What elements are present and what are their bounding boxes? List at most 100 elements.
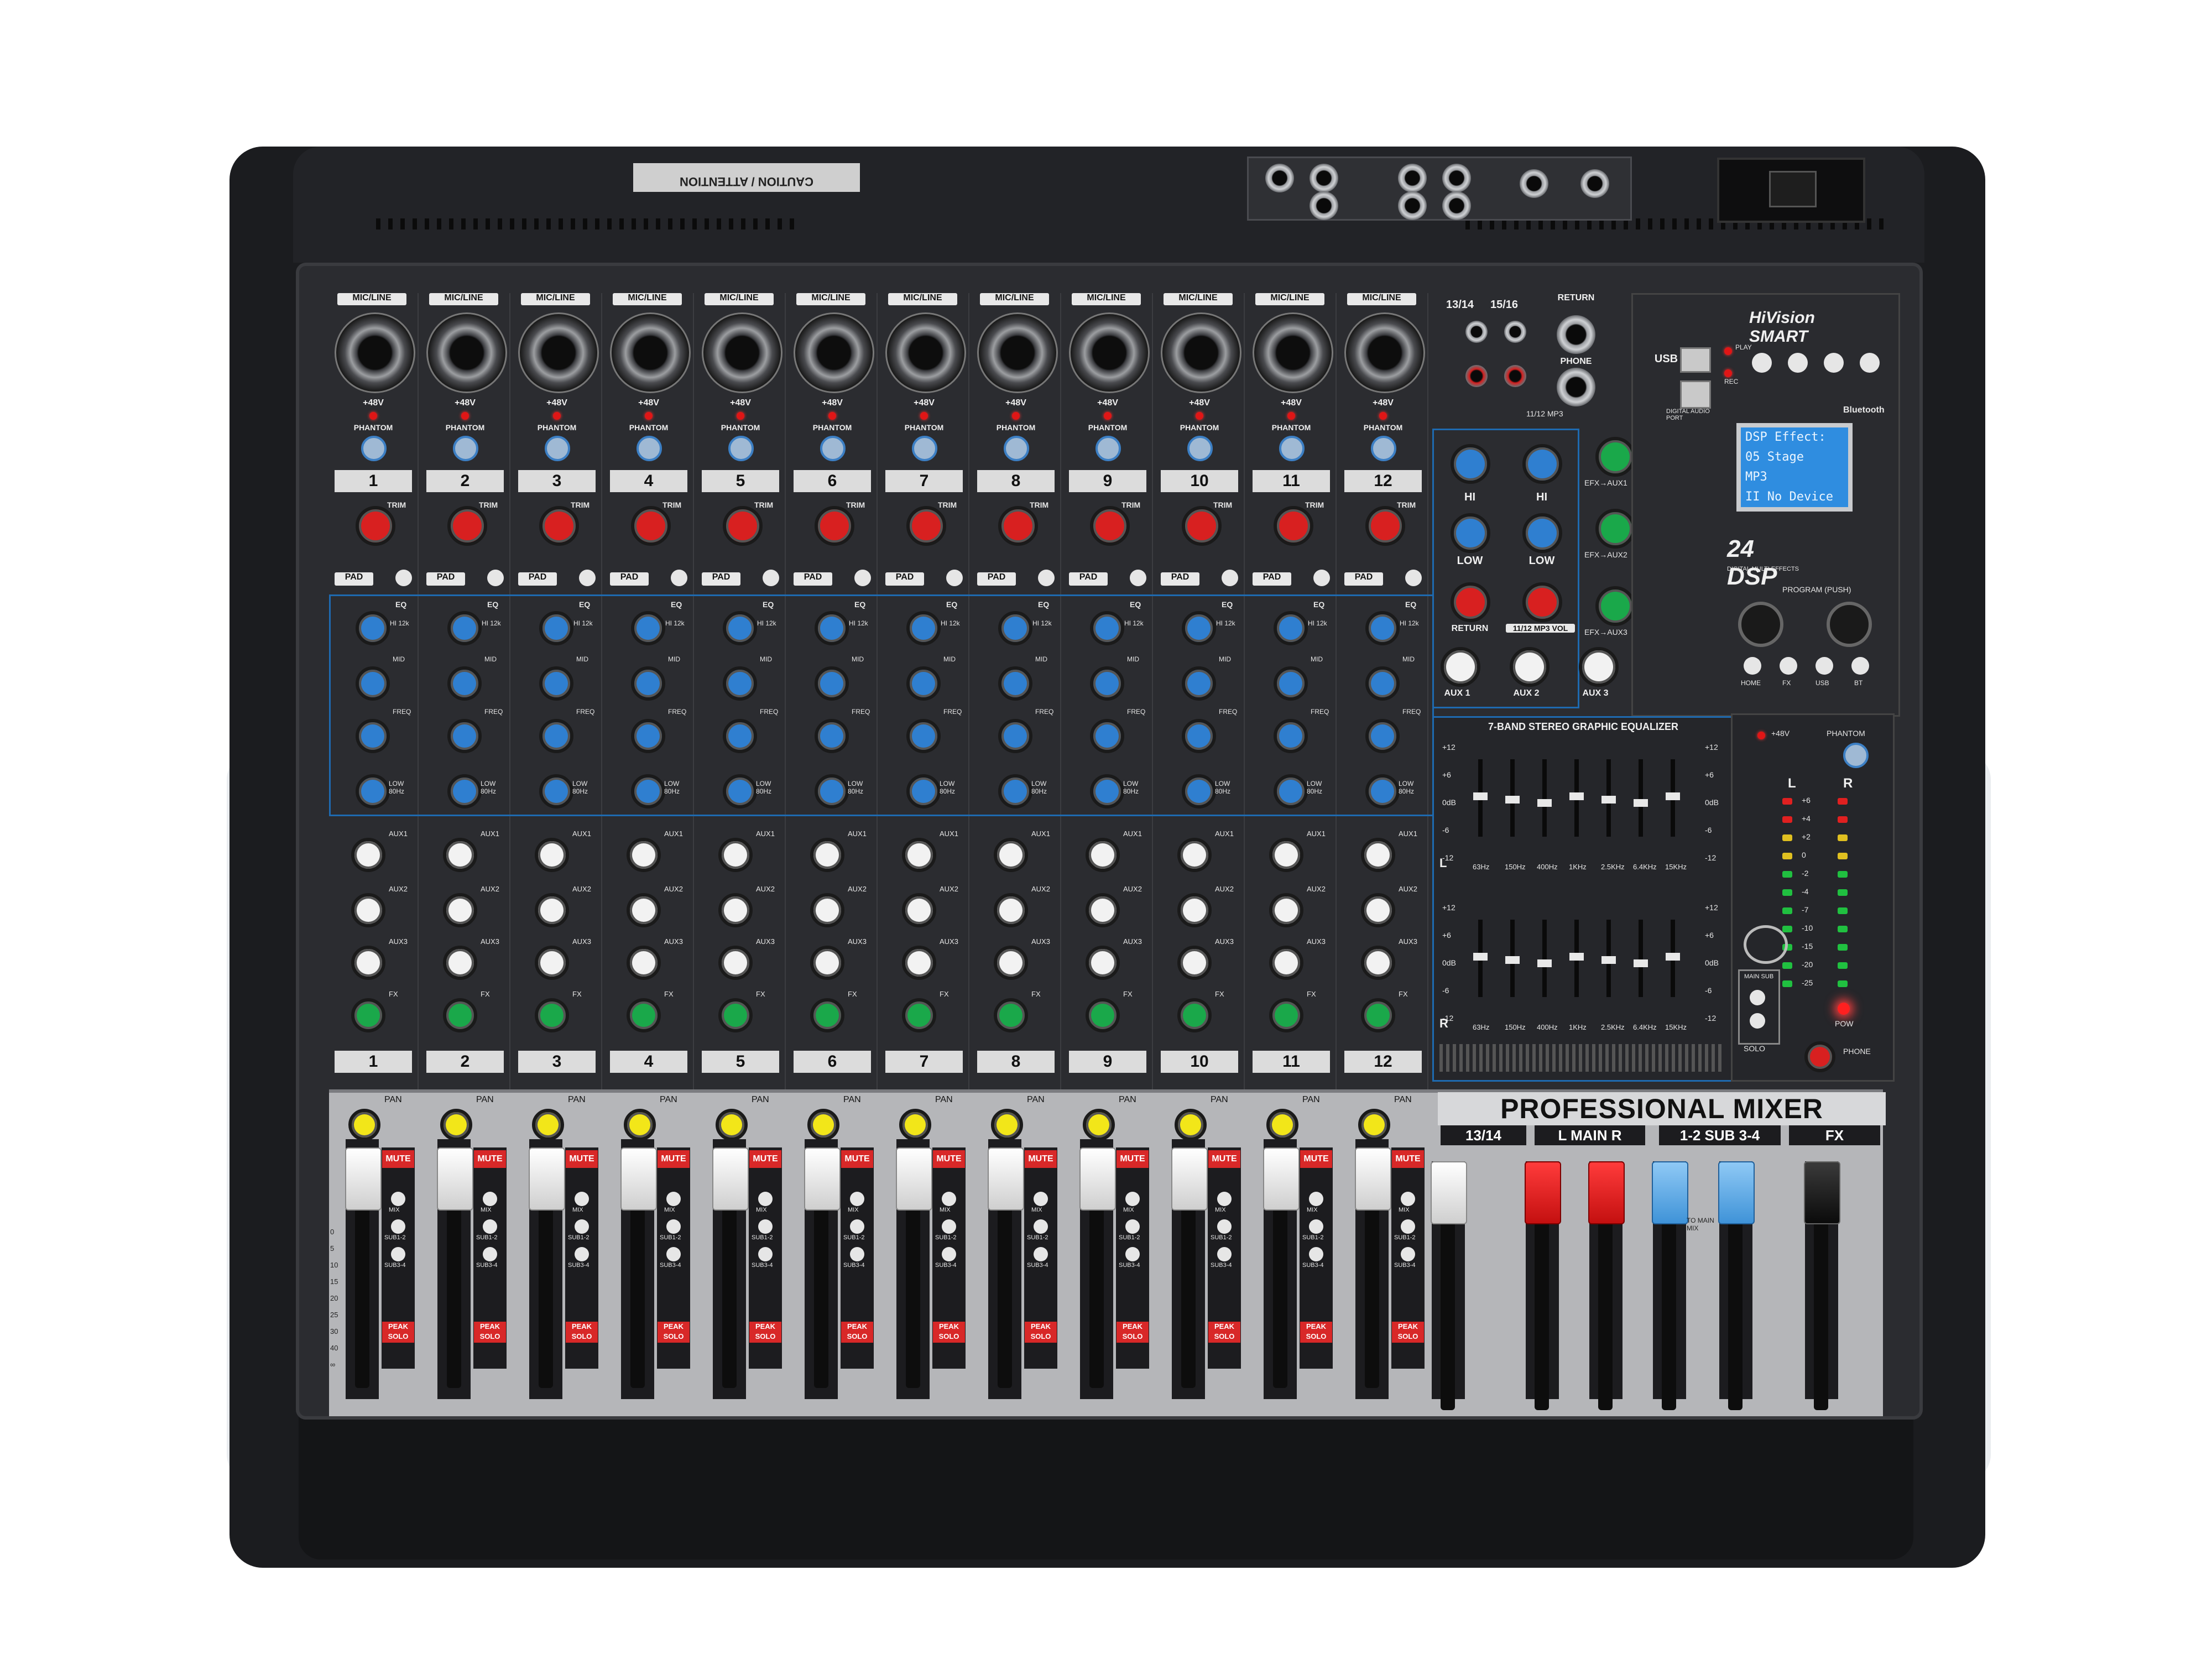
peak-solo-button[interactable]: PEAK SOLO	[658, 1322, 690, 1343]
channel-fader[interactable]	[620, 1147, 657, 1211]
phantom-button[interactable]	[545, 436, 570, 461]
fx-send-knob[interactable]	[1361, 998, 1395, 1032]
sub34-assign-button[interactable]	[1034, 1247, 1048, 1261]
efx-aux2-knob[interactable]	[1595, 509, 1635, 549]
aux1-master-knob[interactable]	[1441, 647, 1480, 687]
aux2-knob[interactable]	[627, 893, 661, 927]
fx-send-knob[interactable]	[627, 998, 661, 1032]
rca-right-1314[interactable]	[1465, 365, 1488, 387]
aux2-knob[interactable]	[1269, 893, 1303, 927]
stereo1314-hi-knob[interactable]	[1451, 444, 1490, 484]
sub12-assign-button[interactable]	[1125, 1219, 1140, 1234]
pad-button[interactable]	[1038, 570, 1055, 586]
program-encoder-left[interactable]	[1738, 602, 1783, 647]
rca-right-1516[interactable]	[1504, 365, 1526, 387]
trim-knob[interactable]	[998, 506, 1038, 546]
phantom-button[interactable]	[912, 436, 937, 461]
combo-input-jack[interactable]	[702, 312, 782, 393]
trim-knob[interactable]	[539, 506, 579, 546]
mute-button[interactable]: MUTE	[749, 1150, 781, 1168]
mute-button[interactable]: MUTE	[658, 1150, 690, 1168]
mp3-vol-knob[interactable]	[1522, 582, 1562, 622]
sub12-assign-button[interactable]	[758, 1219, 773, 1234]
mix-assign-button[interactable]	[1401, 1192, 1415, 1206]
sub34-assign-button[interactable]	[1125, 1247, 1140, 1261]
aux2-knob[interactable]	[535, 893, 569, 927]
master-phantom-button[interactable]	[1843, 743, 1869, 768]
aux3-knob[interactable]	[902, 946, 936, 980]
fx-send-knob[interactable]	[1086, 998, 1120, 1032]
aux3-knob[interactable]	[627, 946, 661, 980]
aux1-knob[interactable]	[902, 838, 936, 872]
solo-sub-button[interactable]	[1750, 1013, 1765, 1029]
stereo-1314-fader[interactable]	[1431, 1161, 1467, 1224]
rear-jack[interactable]	[1398, 164, 1427, 192]
combo-input-jack[interactable]	[1253, 312, 1333, 393]
trim-knob[interactable]	[631, 506, 671, 546]
peak-solo-button[interactable]: PEAK SOLO	[749, 1322, 781, 1343]
combo-input-jack[interactable]	[335, 312, 415, 393]
mix-assign-button[interactable]	[1034, 1192, 1048, 1206]
aux2-knob[interactable]	[443, 893, 477, 927]
rear-jack[interactable]	[1265, 164, 1294, 192]
geq-right-band-slider[interactable]	[1505, 956, 1520, 964]
peak-solo-button[interactable]: PEAK SOLO	[382, 1322, 414, 1343]
pad-button[interactable]	[579, 570, 596, 586]
aux2-knob[interactable]	[1086, 893, 1120, 927]
phone-jack[interactable]	[1557, 368, 1595, 406]
efx-aux1-knob[interactable]	[1595, 437, 1635, 477]
pad-button[interactable]	[671, 570, 687, 586]
fx-send-knob[interactable]	[994, 998, 1028, 1032]
mix-assign-button[interactable]	[850, 1192, 864, 1206]
mix-assign-button[interactable]	[483, 1192, 497, 1206]
aux1-knob[interactable]	[627, 838, 661, 872]
phantom-button[interactable]	[1371, 436, 1396, 461]
phantom-button[interactable]	[820, 436, 846, 461]
combo-input-jack[interactable]	[1161, 312, 1241, 393]
main-right-fader[interactable]	[1588, 1161, 1625, 1224]
rear-jack[interactable]	[1442, 164, 1471, 192]
play-pause-button[interactable]	[1752, 353, 1772, 373]
solo-main-button[interactable]	[1750, 990, 1765, 1005]
sub34-assign-button[interactable]	[758, 1247, 773, 1261]
xlr-output[interactable]	[1520, 169, 1548, 198]
aux1-knob[interactable]	[535, 838, 569, 872]
mix-assign-button[interactable]	[666, 1192, 681, 1206]
aux3-knob[interactable]	[443, 946, 477, 980]
aux3-knob[interactable]	[1361, 946, 1395, 980]
sub12-assign-button[interactable]	[1309, 1219, 1323, 1234]
mute-button[interactable]: MUTE	[474, 1150, 506, 1168]
geq-left-band-slider[interactable]	[1634, 799, 1648, 807]
sub12-assign-button[interactable]	[942, 1219, 956, 1234]
pad-button[interactable]	[487, 570, 504, 586]
main-left-fader[interactable]	[1525, 1161, 1561, 1224]
fx-send-knob[interactable]	[443, 998, 477, 1032]
mix-assign-button[interactable]	[1125, 1192, 1140, 1206]
pad-button[interactable]	[1313, 570, 1330, 586]
aux3-knob[interactable]	[1086, 946, 1120, 980]
sub34-assign-button[interactable]	[391, 1247, 405, 1261]
sub12-assign-button[interactable]	[575, 1219, 589, 1234]
phone-level-knob[interactable]	[1804, 1041, 1835, 1072]
pad-button[interactable]	[1405, 570, 1422, 586]
aux1-knob[interactable]	[443, 838, 477, 872]
aux2-knob[interactable]	[351, 893, 385, 927]
geq-left-band-slider[interactable]	[1601, 796, 1616, 804]
aux3-knob[interactable]	[810, 946, 844, 980]
channel-fader[interactable]	[988, 1147, 1024, 1211]
trim-knob[interactable]	[1090, 506, 1130, 546]
usb-button[interactable]	[1815, 657, 1833, 675]
aux3-knob[interactable]	[351, 946, 385, 980]
sub34-assign-button[interactable]	[666, 1247, 681, 1261]
sub34-assign-button[interactable]	[850, 1247, 864, 1261]
geq-left-band-slider[interactable]	[1666, 792, 1680, 800]
pan-knob[interactable]	[899, 1109, 931, 1141]
sub12-assign-button[interactable]	[666, 1219, 681, 1234]
trim-knob[interactable]	[906, 506, 946, 546]
geq-left-band-slider[interactable]	[1473, 792, 1488, 800]
trim-knob[interactable]	[356, 506, 395, 546]
combo-input-jack[interactable]	[1344, 312, 1425, 393]
aux2-master-knob[interactable]	[1510, 647, 1550, 687]
pan-knob[interactable]	[991, 1109, 1023, 1141]
pan-knob[interactable]	[624, 1109, 656, 1141]
